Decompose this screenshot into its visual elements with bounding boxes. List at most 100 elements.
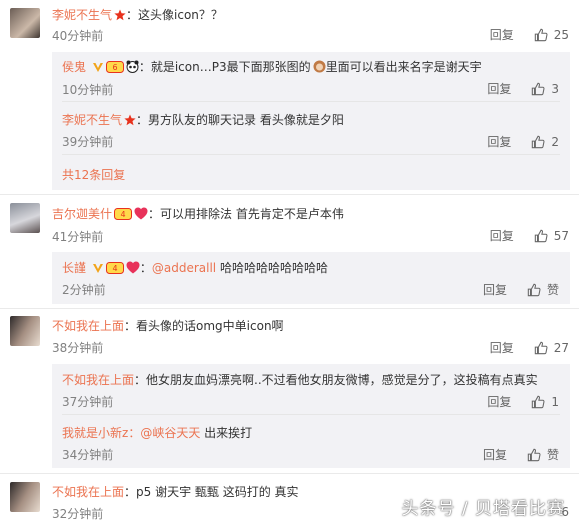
comment-text: 李妮不生气 ：这头像icon？？: [52, 6, 223, 24]
timestamp: 34分钟前: [62, 448, 114, 462]
thumbs-up-icon: [534, 341, 548, 354]
verified-v-icon: [92, 61, 104, 76]
reply-body: 哈哈哈哈哈哈哈哈哈: [216, 261, 328, 275]
comment-username[interactable]: 吉尔迦美什: [52, 207, 112, 221]
reply-button[interactable]: 回复: [490, 339, 514, 356]
reply-username[interactable]: 我就是小新z: [62, 426, 128, 440]
reply-actions: 回复 赞: [483, 281, 559, 298]
reply-body: 出来挨打: [200, 426, 253, 440]
mention-link[interactable]: @adderalll: [152, 261, 216, 275]
reply-button[interactable]: 回复: [487, 80, 511, 97]
svg-text:4: 4: [120, 210, 125, 219]
reply-body: ：就是icon…P3最下面那张图的: [138, 60, 311, 74]
thumbs-up-icon: [527, 448, 541, 461]
watermark: 头条号 / 贝塔看比赛: [401, 499, 565, 519]
reply-button[interactable]: 回复: [487, 133, 511, 150]
reply-text: 李妮不生气 ：男方队友的聊天记录 看头像就是夕阳: [62, 111, 344, 129]
reply-button[interactable]: 回复: [490, 227, 514, 244]
reply-username[interactable]: 不如我在上面: [62, 373, 134, 387]
comment-actions: 回复 27: [490, 339, 569, 356]
reply-username[interactable]: 侯鬼: [62, 60, 86, 74]
divider: [62, 414, 560, 415]
vip-badge-icon: 4: [105, 262, 124, 277]
svg-text:6: 6: [112, 63, 117, 72]
reply-button[interactable]: 回复: [490, 26, 514, 43]
reply-button[interactable]: 回复: [483, 281, 507, 298]
timestamp: 37分钟前: [62, 395, 114, 409]
comment-actions: 回复 57: [490, 227, 569, 244]
reply-actions: 回复 2: [487, 133, 559, 150]
avatar[interactable]: [10, 203, 40, 233]
comment-body: ：这头像icon？？: [126, 8, 223, 22]
comment-text: 不如我在上面：p5 谢天宇 甄甄 这码打的 真实: [52, 483, 299, 500]
timestamp: 39分钟前: [62, 135, 114, 149]
comment-divider: [0, 308, 579, 309]
avatar-emoji-icon: [313, 60, 326, 76]
comment-divider: [0, 473, 579, 474]
svg-text:4: 4: [112, 264, 117, 273]
reply-body-cont: 里面可以看出来名字是谢天宇: [325, 60, 482, 74]
reply-text: 不如我在上面：他女朋友血妈漂亮啊..不过看他女朋友微博，感觉是分了，这投稿有点真…: [62, 371, 538, 388]
vip-badge-icon: 4: [114, 208, 133, 223]
reply-text: 我就是小新z：@峡谷天天 出来挨打: [62, 424, 252, 441]
like-button[interactable]: 2: [531, 135, 559, 149]
thumbs-up-icon: [532, 82, 545, 95]
comment-divider: [0, 194, 579, 195]
star-badge-icon: [114, 9, 126, 24]
thumbs-up-icon: [527, 283, 541, 296]
avatar[interactable]: [10, 8, 40, 38]
thumbs-up-icon: [532, 135, 545, 148]
thumbs-up-icon: [534, 229, 548, 242]
reply-actions: 回复 3: [487, 80, 559, 97]
verified-v-icon: [92, 262, 104, 277]
mention-link[interactable]: ：@峡谷天天: [128, 426, 200, 440]
like-count: 赞: [546, 283, 559, 297]
comment-text: 不如我在上面：看头像的话omg中单icon啊: [52, 317, 284, 334]
like-count: 赞: [546, 448, 559, 462]
like-button[interactable]: 3: [531, 82, 559, 96]
timestamp: 38分钟前: [52, 341, 104, 355]
reply-button[interactable]: 回复: [487, 393, 511, 410]
like-button[interactable]: 27: [534, 341, 569, 355]
reply-body: ：男方队友的聊天记录 看头像就是夕阳: [136, 113, 344, 127]
timestamp: 40分钟前: [52, 29, 104, 43]
comment-text: 吉尔迦美什 4 ：可以用排除法 首先肯定不是卢本伟: [52, 205, 344, 223]
like-count: 57: [553, 228, 569, 243]
comment-body: ：看头像的话omg中单icon啊: [124, 319, 284, 333]
reply-actions: 回复 1: [487, 393, 559, 410]
like-button[interactable]: 57: [534, 229, 569, 243]
timestamp: 2分钟前: [62, 283, 106, 297]
heart-icon: [126, 261, 140, 277]
reply-button[interactable]: 回复: [483, 446, 507, 463]
reply-text: 长謹 4 ：@adderalll 哈哈哈哈哈哈哈哈哈: [62, 261, 328, 277]
timestamp: 10分钟前: [62, 83, 114, 97]
panda-icon: [126, 60, 139, 76]
avatar[interactable]: [10, 316, 40, 346]
like-button[interactable]: 赞: [527, 281, 559, 298]
comment-username[interactable]: 不如我在上面: [52, 319, 124, 333]
star-badge-icon: [124, 114, 136, 129]
like-count: 3: [551, 81, 559, 96]
comment-body: ：p5 谢天宇 甄甄 这码打的 真实: [124, 485, 299, 499]
like-button[interactable]: 赞: [527, 446, 559, 463]
like-count: 27: [553, 340, 569, 355]
vip-badge-icon: 6: [105, 61, 124, 76]
like-count: 25: [553, 27, 569, 42]
like-button[interactable]: 25: [534, 28, 569, 42]
reply-text: 侯鬼 6 ：就是icon…P3最下面那张图的 里面可以看出来名字是谢天宇: [62, 58, 482, 76]
comment-body: ：可以用排除法 首先肯定不是卢本伟: [148, 207, 344, 221]
reply-username[interactable]: 李妮不生气: [62, 113, 122, 127]
reply-username[interactable]: 长謹: [62, 261, 86, 275]
comment-username[interactable]: 李妮不生气: [52, 8, 112, 22]
timestamp: 32分钟前: [52, 507, 104, 521]
comment-actions: 回复 25: [490, 26, 569, 43]
divider: [62, 154, 560, 155]
like-button[interactable]: 1: [531, 395, 559, 409]
comment-username[interactable]: 不如我在上面: [52, 485, 124, 499]
more-replies-link[interactable]: 共12条回复: [62, 166, 125, 183]
heart-icon: [134, 207, 148, 223]
thumbs-up-icon: [534, 28, 548, 41]
divider: [62, 101, 560, 102]
thumbs-up-icon: [532, 395, 545, 408]
avatar[interactable]: [10, 482, 40, 512]
